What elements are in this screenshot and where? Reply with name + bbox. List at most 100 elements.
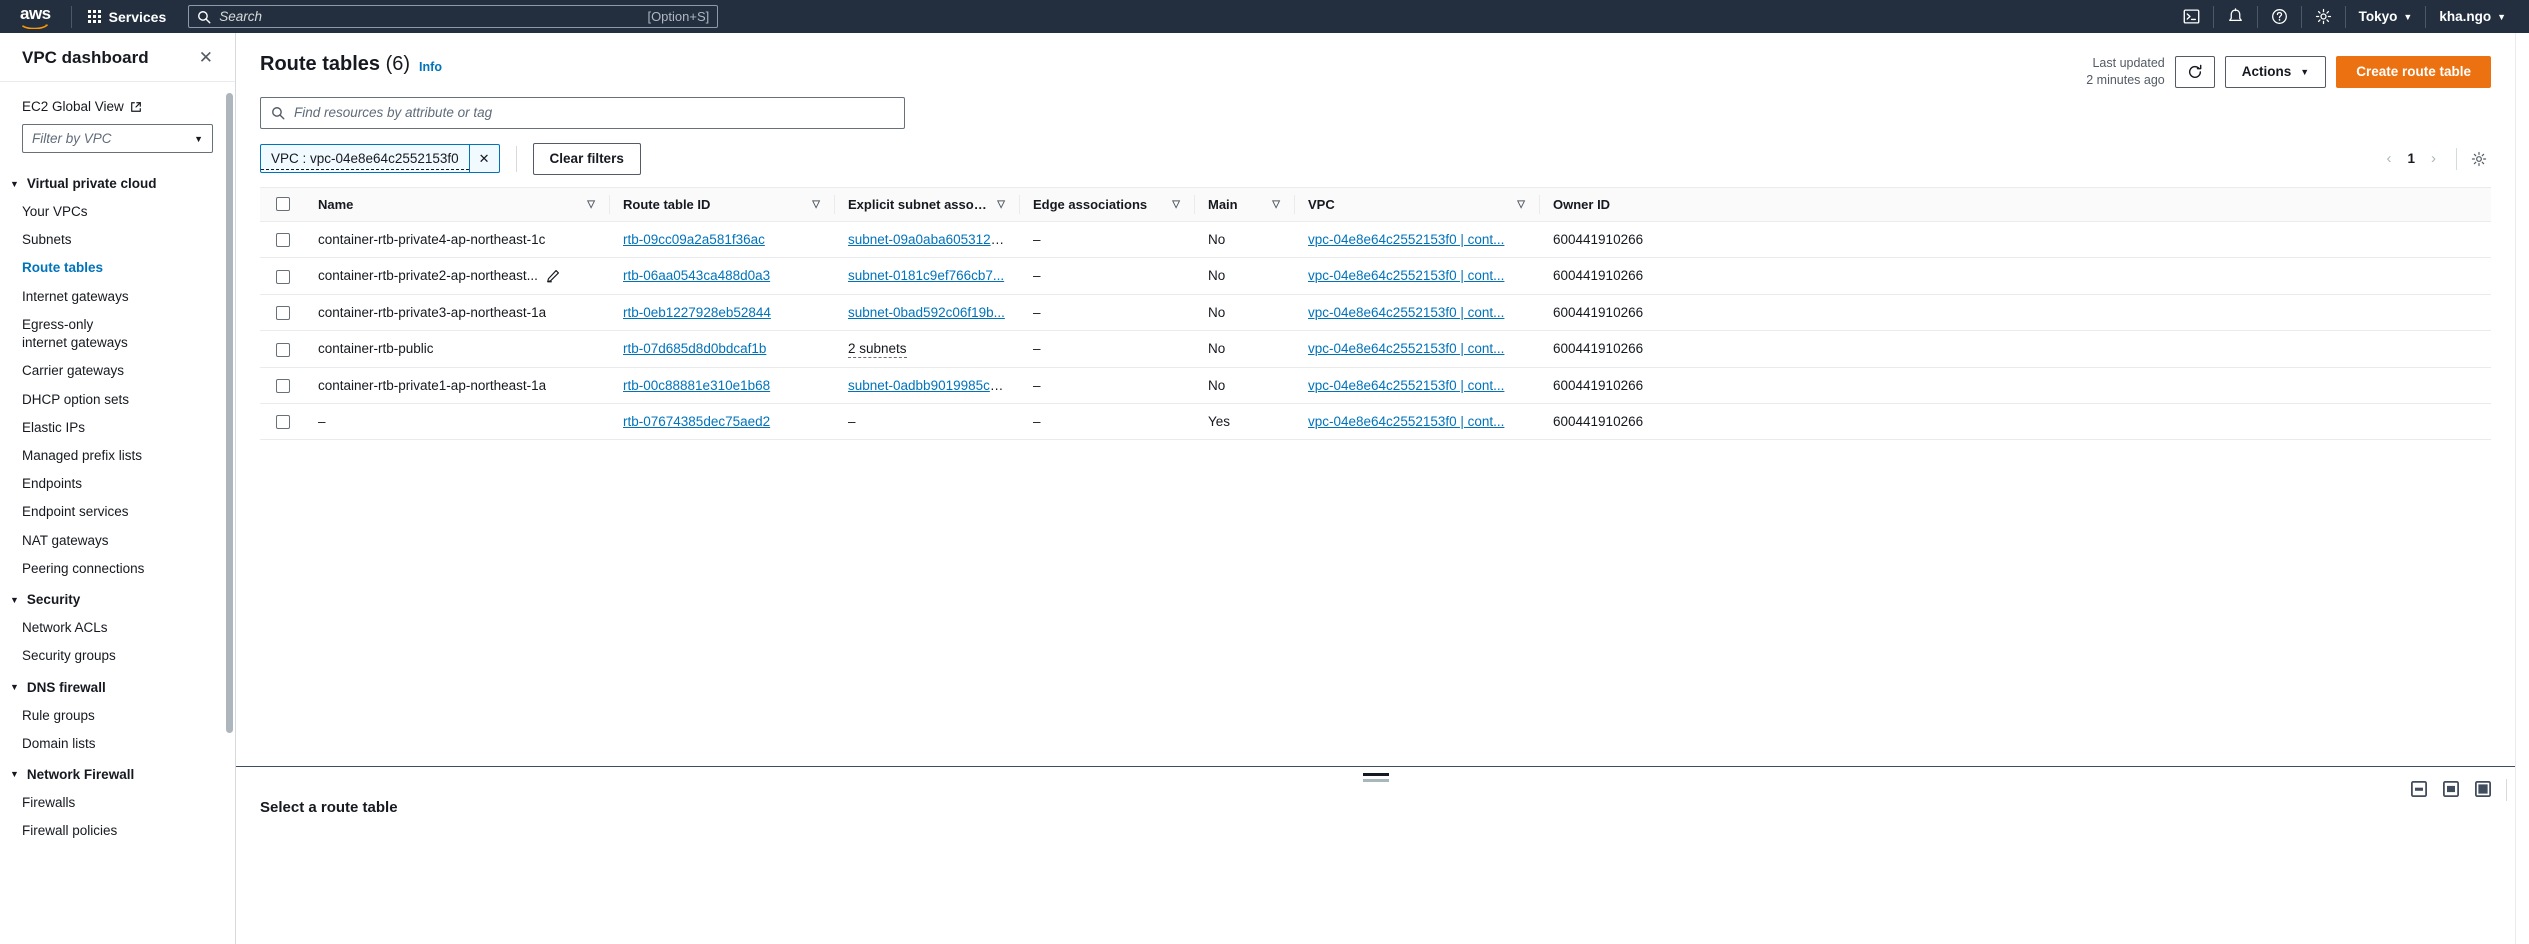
sort-icon[interactable]: ▽: [579, 199, 595, 210]
sidebar-item-security-groups[interactable]: Security groups: [0, 642, 235, 670]
chevron-down-icon: ▼: [2403, 11, 2413, 22]
cell-main: No: [1194, 330, 1294, 368]
sidebar-item-dhcp-option-sets[interactable]: DHCP option sets: [0, 386, 235, 414]
sidebar-item-your-vpcs[interactable]: Your VPCs: [0, 198, 235, 226]
route-table-id-link[interactable]: rtb-0eb1227928eb52844: [623, 305, 771, 320]
sidebar-group-header[interactable]: ▼ Network Firewall: [0, 758, 235, 789]
panel-large-icon[interactable]: [2475, 781, 2491, 802]
vpc-link[interactable]: vpc-04e8e64c2552153f0 | cont...: [1308, 268, 1504, 283]
subnet-link[interactable]: subnet-0adbb9019985c9...: [848, 378, 1009, 393]
table-row[interactable]: container-rtb-private1-ap-northeast-1a r…: [260, 367, 2491, 404]
table-row[interactable]: – rtb-07674385dec75aed2 – – Yes vpc-04e8…: [260, 403, 2491, 441]
subnet-link[interactable]: subnet-0181c9ef766cb7...: [848, 268, 1004, 283]
sidebar-group-header[interactable]: ▼ DNS firewall: [0, 671, 235, 702]
table-row[interactable]: container-rtb-private4-ap-northeast-1c r…: [260, 221, 2491, 259]
refresh-button[interactable]: [2174, 55, 2215, 88]
sidebar-item-rule-groups[interactable]: Rule groups: [0, 702, 235, 730]
vpc-link[interactable]: vpc-04e8e64c2552153f0 | cont...: [1308, 305, 1504, 320]
sidebar-group-header[interactable]: ▼ Virtual private cloud: [0, 167, 235, 198]
actions-dropdown-button[interactable]: Actions ▼: [2224, 55, 2327, 88]
row-checkbox[interactable]: [276, 233, 290, 248]
row-checkbox[interactable]: [276, 306, 290, 321]
sidebar-scrollbar[interactable]: [226, 93, 233, 733]
help-button[interactable]: [2258, 0, 2301, 33]
sidebar-item-internet-gateways[interactable]: Internet gateways: [0, 283, 235, 311]
subnet-count-tooltip[interactable]: 2 subnets: [848, 341, 907, 359]
row-select-cell: [260, 367, 304, 404]
region-selector[interactable]: Tokyo ▼: [2346, 0, 2426, 33]
sidebar-item-firewall-policies[interactable]: Firewall policies: [0, 817, 235, 845]
vpc-filter-chip[interactable]: VPC : vpc-04e8e64c2552153f0 ✕: [260, 144, 500, 174]
sort-icon[interactable]: ▽: [804, 199, 820, 210]
route-table-name: container-rtb-private1-ap-northeast-1a: [318, 377, 547, 393]
split-panel-divider: [2506, 779, 2507, 801]
vpc-link[interactable]: vpc-04e8e64c2552153f0 | cont...: [1308, 232, 1504, 247]
sidebar-item-endpoint-services[interactable]: Endpoint services: [0, 498, 235, 526]
sidebar-item-egress-only-internet-gateways[interactable]: Egress-only internet gateways: [0, 311, 150, 357]
close-icon[interactable]: ✕: [195, 47, 217, 68]
route-tables-table: Name ▽ Route table ID ▽ Explicit subnet …: [260, 187, 2491, 441]
sidebar-group-header[interactable]: ▼ Security: [0, 583, 235, 614]
global-search-input[interactable]: Search [Option+S]: [188, 5, 719, 28]
sort-icon[interactable]: ▽: [1509, 199, 1525, 210]
sidebar-item-peering-connections[interactable]: Peering connections: [0, 555, 235, 583]
route-table-id-link[interactable]: rtb-09cc09a2a581f36ac: [623, 232, 765, 247]
vpc-filter-chip-label: VPC : vpc-04e8e64c2552153f0: [261, 148, 469, 170]
cell-name: –: [304, 403, 609, 441]
vpc-link[interactable]: vpc-04e8e64c2552153f0 | cont...: [1308, 414, 1504, 429]
notifications-button[interactable]: [2214, 0, 2257, 33]
sidebar-item-firewalls[interactable]: Firewalls: [0, 789, 235, 817]
panel-medium-icon[interactable]: [2443, 781, 2459, 802]
services-menu-button[interactable]: Services: [78, 4, 177, 30]
settings-button[interactable]: [2302, 0, 2345, 33]
cell-owner-id: 600441910266: [1539, 294, 2491, 332]
filter-by-vpc-select[interactable]: Filter by VPC ▼: [22, 124, 213, 153]
vpc-link[interactable]: vpc-04e8e64c2552153f0 | cont...: [1308, 341, 1504, 356]
aws-logo[interactable]: aws: [20, 5, 51, 29]
row-checkbox[interactable]: [276, 269, 290, 284]
aws-top-navigation: aws Services Search [Option+S] Tokyo ▼ k…: [0, 0, 2529, 33]
route-table-id-link[interactable]: rtb-07d685d8d0bdcaf1b: [623, 341, 766, 356]
sidebar-item-carrier-gateways[interactable]: Carrier gateways: [0, 357, 235, 385]
row-checkbox[interactable]: [276, 415, 290, 430]
route-table-id-link[interactable]: rtb-07674385dec75aed2: [623, 414, 770, 429]
sidebar-item-managed-prefix-lists[interactable]: Managed prefix lists: [0, 442, 235, 470]
chevron-right-icon[interactable]: ›: [2421, 150, 2446, 167]
select-all-checkbox[interactable]: [276, 197, 290, 212]
resource-search-input[interactable]: Find resources by attribute or tag: [260, 96, 905, 129]
row-checkbox[interactable]: [276, 342, 290, 357]
sidebar-item-nat-gateways[interactable]: NAT gateways: [0, 527, 235, 555]
filter-by-vpc-placeholder: Filter by VPC: [32, 131, 112, 146]
panel-small-icon[interactable]: [2411, 781, 2427, 802]
route-table-id-link[interactable]: rtb-00c88881e310e1b68: [623, 378, 770, 393]
sort-icon[interactable]: ▽: [1264, 199, 1280, 210]
sort-icon[interactable]: ▽: [1164, 199, 1180, 210]
sidebar-item-endpoints[interactable]: Endpoints: [0, 470, 235, 498]
table-preferences-button[interactable]: [2467, 151, 2491, 167]
table-row[interactable]: container-rtb-public rtb-07d685d8d0bdcaf…: [260, 330, 2491, 368]
clear-filters-button[interactable]: Clear filters: [532, 142, 641, 175]
close-icon[interactable]: ✕: [468, 145, 499, 173]
route-table-id-link[interactable]: rtb-06aa0543ca488d0a3: [623, 268, 770, 283]
account-menu[interactable]: kha.ngo ▼: [2426, 0, 2519, 33]
sidebar-item-elastic-ips[interactable]: Elastic IPs: [0, 414, 235, 442]
chevron-left-icon[interactable]: ‹: [2376, 150, 2401, 167]
cloudshell-button[interactable]: [2170, 0, 2213, 33]
sidebar-item-route-tables[interactable]: Route tables: [0, 254, 235, 282]
page-number[interactable]: 1: [2401, 151, 2421, 166]
vpc-link[interactable]: vpc-04e8e64c2552153f0 | cont...: [1308, 378, 1504, 393]
drag-handle-icon[interactable]: [1362, 773, 1389, 782]
sidebar-item-subnets[interactable]: Subnets: [0, 226, 235, 254]
table-row[interactable]: container-rtb-private2-ap-northeast... r…: [260, 257, 2491, 295]
create-route-table-button[interactable]: Create route table: [2336, 55, 2491, 88]
subnet-link[interactable]: subnet-0bad592c06f19b...: [848, 305, 1005, 320]
subnet-link[interactable]: subnet-09a0aba6053128...: [848, 232, 1009, 247]
sidebar-item-network-acls[interactable]: Network ACLs: [0, 614, 235, 642]
table-row[interactable]: container-rtb-private3-ap-northeast-1a r…: [260, 294, 2491, 332]
row-checkbox[interactable]: [276, 378, 290, 393]
edit-name-icon[interactable]: [546, 269, 560, 283]
sort-icon[interactable]: ▽: [989, 199, 1005, 210]
info-link[interactable]: Info: [419, 60, 442, 74]
sidebar-item-ec2-global-view[interactable]: EC2 Global View: [0, 96, 235, 124]
sidebar-item-domain-lists[interactable]: Domain lists: [0, 730, 235, 758]
